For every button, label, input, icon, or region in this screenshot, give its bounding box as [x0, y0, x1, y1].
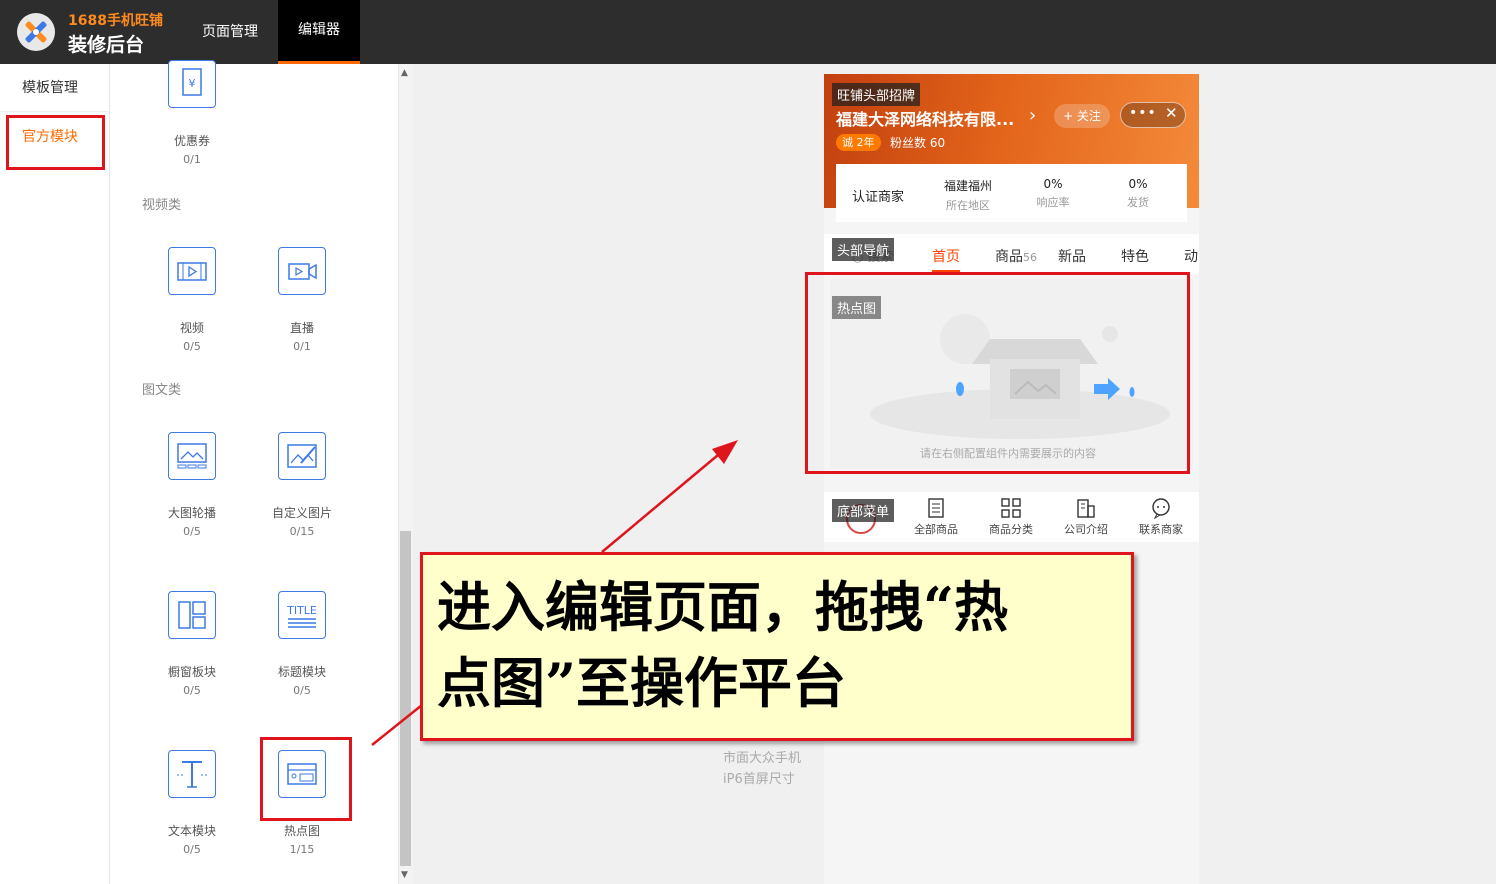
annotation-arrows	[371, 440, 738, 746]
annotation-arrow-line	[371, 704, 423, 746]
annotation-arrow-line	[601, 454, 719, 553]
instruction-callout: 进入编辑页面，拖拽“热 点图”至操作平台	[420, 552, 1134, 741]
callout-line: 进入编辑页面，拖拽“热	[437, 575, 1009, 639]
callout-line: 点图”至操作平台	[437, 651, 847, 715]
arrow-head-icon	[712, 440, 738, 464]
